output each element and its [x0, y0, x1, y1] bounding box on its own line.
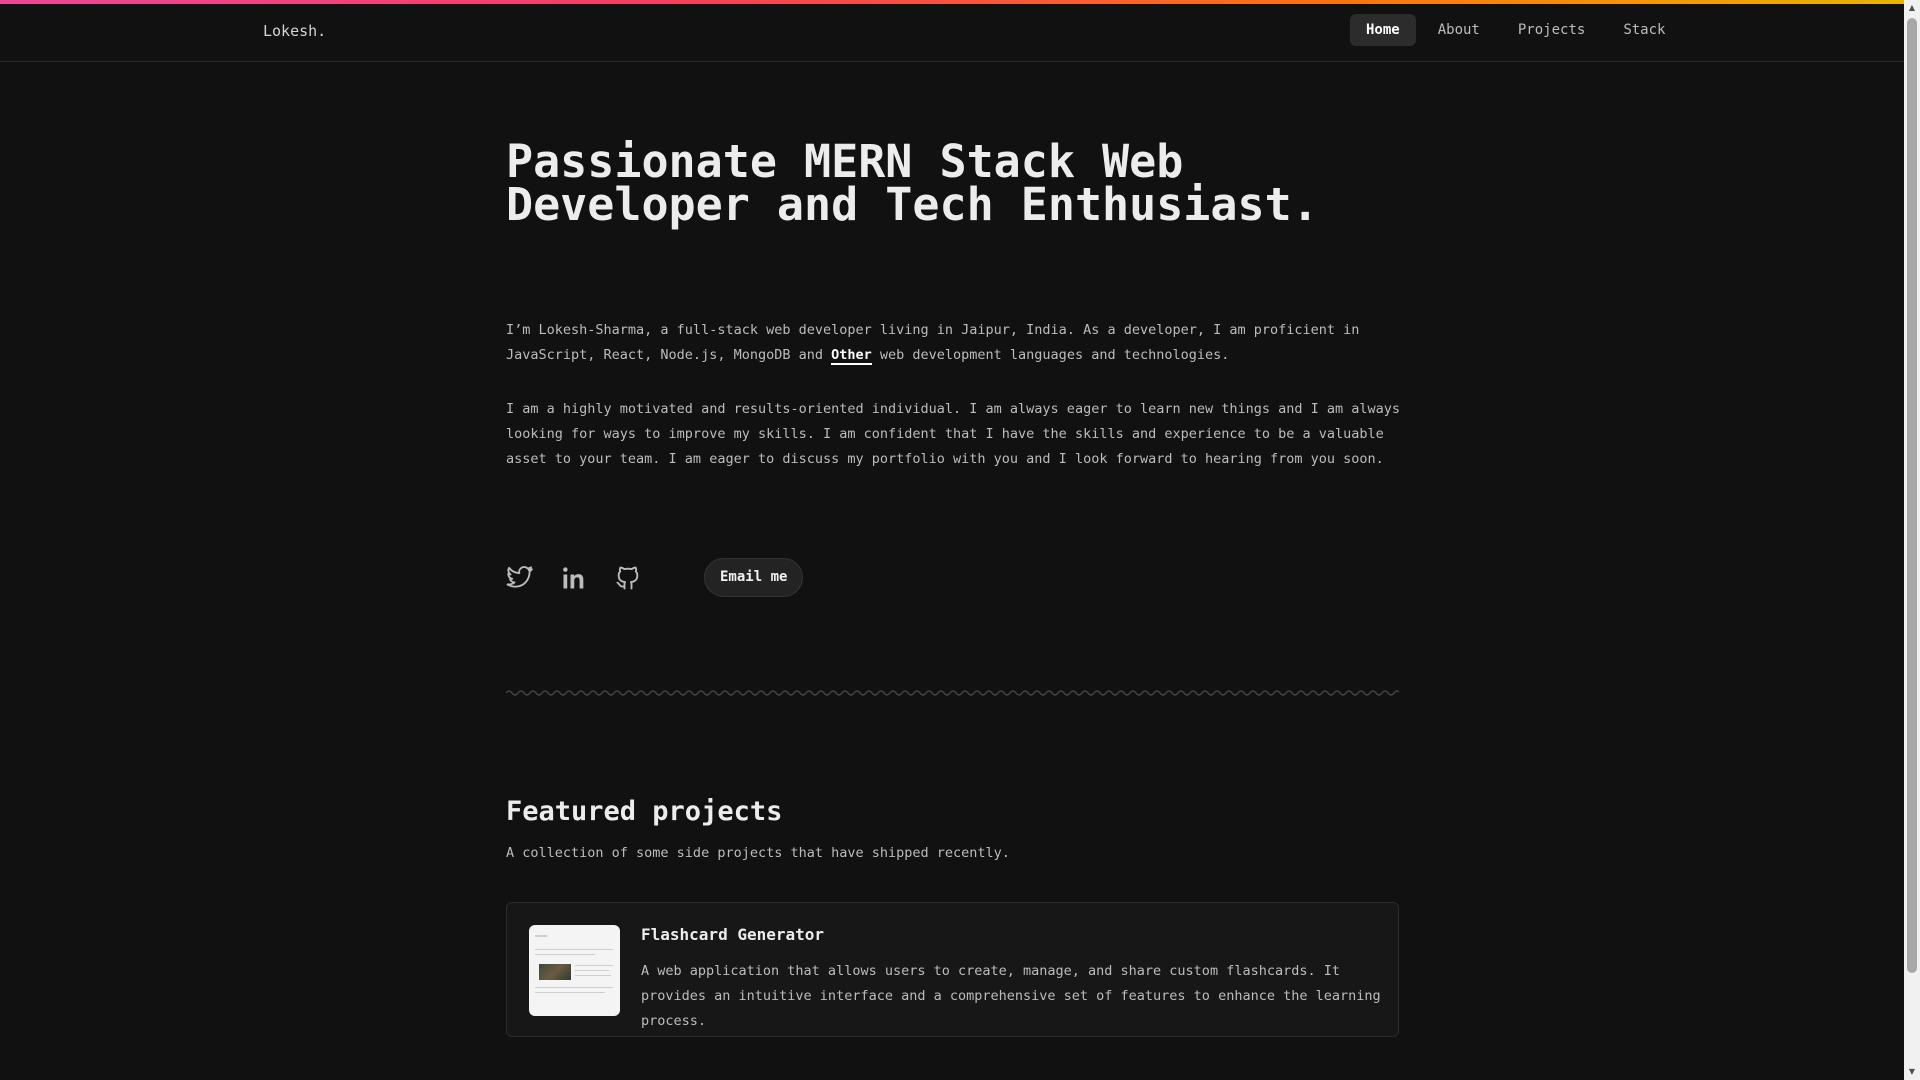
other-technologies-link[interactable]: Other: [831, 347, 872, 365]
intro-paragraph: I’m Lokesh-Sharma, a full-stack web deve…: [506, 318, 1406, 368]
scroll-down-arrow-icon[interactable]: ▼: [1904, 1064, 1920, 1080]
hero-title: Passionate MERN Stack Web Developer and …: [506, 139, 1399, 227]
linkedin-icon[interactable]: [560, 564, 588, 592]
scroll-up-arrow-icon[interactable]: ▲: [1904, 0, 1920, 16]
email-me-button[interactable]: Email me: [704, 558, 804, 597]
bio-paragraph: I am a highly motivated and results-orie…: [506, 401, 1401, 467]
brand-logo[interactable]: Lokesh.: [263, 22, 326, 40]
project-thumbnail: [529, 925, 620, 1016]
project-name: Flashcard Generator: [641, 925, 825, 944]
nav-stack[interactable]: Stack: [1607, 14, 1681, 46]
github-icon[interactable]: [614, 564, 642, 592]
nav-about[interactable]: About: [1422, 14, 1496, 46]
featured-projects-subtitle: A collection of some side projects that …: [506, 845, 1010, 861]
nav-home[interactable]: Home: [1350, 14, 1416, 46]
nav-links: Home About Projects Stack: [1350, 14, 1681, 46]
nav-projects[interactable]: Projects: [1502, 14, 1601, 46]
wavy-divider: [506, 690, 1399, 696]
scrollbar-thumb[interactable]: [1907, 18, 1917, 973]
top-navigation: Lokesh. Home About Projects Stack: [0, 4, 1904, 62]
hero-title-line-2: Developer and Tech Enthusiast.: [506, 178, 1319, 231]
project-description: A web application that allows users to c…: [641, 963, 1381, 1029]
project-card-flashcard-generator[interactable]: Flashcard Generator A web application th…: [506, 902, 1399, 1037]
twitter-icon[interactable]: [506, 564, 534, 592]
intro-text-end: web development languages and technologi…: [871, 347, 1230, 363]
featured-projects-title: Featured projects: [506, 796, 783, 827]
vertical-scrollbar[interactable]: ▲ ▼: [1904, 0, 1920, 1080]
social-links: Email me: [506, 558, 906, 598]
